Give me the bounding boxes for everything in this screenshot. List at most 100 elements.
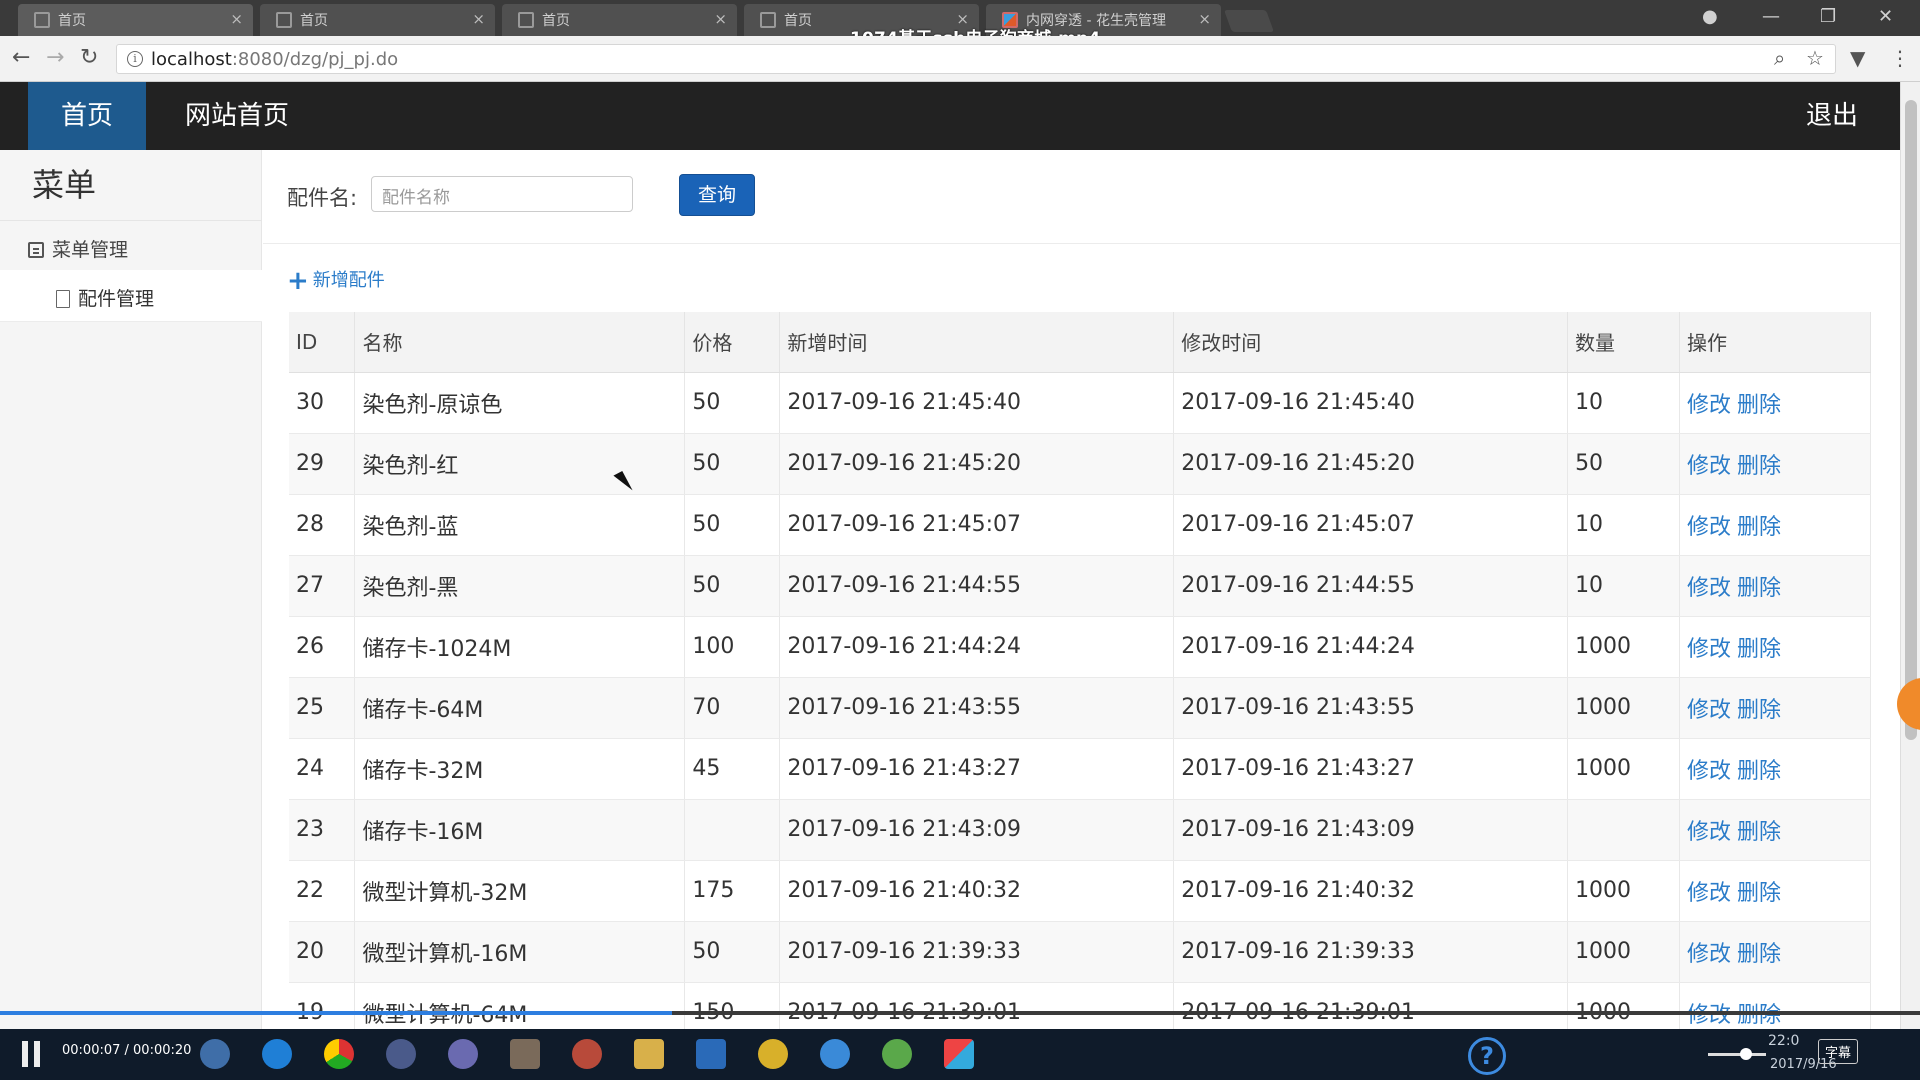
sidebar-group-label: 菜单管理 [52, 239, 129, 261]
nav-site-home[interactable]: 网站首页 [185, 82, 289, 150]
help-icon[interactable]: ? [1468, 1037, 1506, 1075]
edit-link[interactable]: 修改 [1687, 820, 1731, 845]
cell-modified: 2017-09-16 21:45:40 [1173, 372, 1569, 434]
delete-link[interactable]: 删除 [1737, 942, 1781, 967]
edit-link[interactable]: 修改 [1687, 515, 1731, 540]
sidebar-group-menu-management[interactable]: 菜单管理 [0, 220, 262, 268]
close-icon[interactable]: × [1198, 10, 1211, 28]
sogou-icon[interactable] [200, 1039, 230, 1069]
address-bar: ← → ↻ i localhost:8080/dzg/pj_pj.do ⌕ ☆ … [0, 36, 1920, 82]
scrollbar-thumb[interactable] [1905, 100, 1917, 740]
column-header: 操作 [1679, 312, 1871, 373]
restore-icon[interactable]: ❐ [1820, 6, 1836, 27]
delete-link[interactable]: 删除 [1737, 1003, 1781, 1028]
edit-link[interactable]: 修改 [1687, 881, 1731, 906]
cell-qty: 1000 [1567, 982, 1681, 1029]
cell-price: 175 [684, 860, 781, 922]
cell-qty: 10 [1567, 555, 1681, 617]
cell-id: 28 [289, 494, 356, 556]
edit-link[interactable]: 修改 [1687, 1003, 1731, 1028]
folder-icon[interactable] [634, 1039, 664, 1069]
volume-knob[interactable] [1740, 1048, 1752, 1060]
delete-link[interactable]: 删除 [1737, 698, 1781, 723]
close-icon[interactable]: × [230, 10, 243, 28]
cell-qty: 1000 [1567, 738, 1681, 800]
info-icon[interactable]: i [127, 51, 143, 67]
column-header: 价格 [684, 312, 781, 373]
subtitle-button[interactable]: 字幕 [1818, 1039, 1859, 1064]
url-field[interactable]: i localhost:8080/dzg/pj_pj.do [116, 44, 1836, 74]
video-progress-bar[interactable] [0, 1011, 1920, 1015]
cell-price: 50 [684, 372, 781, 434]
cell-qty: 10 [1567, 372, 1681, 434]
new-tab-button[interactable] [1223, 10, 1275, 32]
app-icon[interactable] [386, 1039, 416, 1069]
pause-icon[interactable] [20, 1041, 44, 1067]
app-icon[interactable] [510, 1039, 540, 1069]
column-header: 新增时间 [779, 312, 1175, 373]
delete-link[interactable]: 删除 [1737, 637, 1781, 662]
user-icon[interactable]: ● [1702, 6, 1718, 27]
edit-link[interactable]: 修改 [1687, 698, 1731, 723]
app-icon[interactable] [882, 1039, 912, 1069]
delete-link[interactable]: 删除 [1737, 393, 1781, 418]
sidebar-item-parts-management[interactable]: 配件管理 [0, 270, 262, 322]
close-icon[interactable]: × [714, 10, 727, 28]
minimize-icon[interactable]: — [1762, 6, 1780, 27]
delete-link[interactable]: 删除 [1737, 820, 1781, 845]
forward-icon[interactable]: → [46, 45, 64, 70]
close-icon[interactable]: × [472, 10, 485, 28]
cell-actions: 修改 删除 [1679, 921, 1871, 983]
nav-home[interactable]: 首页 [28, 82, 146, 150]
vertical-scrollbar[interactable] [1900, 82, 1920, 1029]
edit-link[interactable]: 修改 [1687, 637, 1731, 662]
edit-link[interactable]: 修改 [1687, 942, 1731, 967]
star-icon[interactable]: ☆ [1806, 46, 1824, 70]
table-header-row: ID 名称 价格 新增时间 修改时间 数量 操作 [289, 312, 1871, 373]
table-row: 26 储存卡-1024M 100 2017-09-16 21:44:24 2017-09… [289, 616, 1871, 678]
screen: 首页 × 首页 × 首页 × 首页 × 内网穿透 - 花生壳管理 × 1074基… [0, 0, 1920, 1080]
app-icon[interactable] [448, 1039, 478, 1069]
column-header: ID [289, 312, 356, 373]
reload-icon[interactable]: ↻ [80, 45, 98, 70]
delete-link[interactable]: 删除 [1737, 576, 1781, 601]
table-row: 23 储存卡-16M 2017-09-16 21:43:09 2017-09-16 2… [289, 799, 1871, 861]
edit-link[interactable]: 修改 [1687, 576, 1731, 601]
browser-tab[interactable]: 首页 × [502, 4, 737, 36]
back-icon[interactable]: ← [12, 45, 30, 70]
logout-link[interactable]: 退出 [1806, 82, 1858, 150]
cell-price: 50 [684, 433, 781, 495]
cell-actions: 修改 删除 [1679, 738, 1871, 800]
chrome-icon[interactable] [324, 1039, 354, 1069]
cell-name: 微型计算机-32M [354, 860, 686, 922]
delete-link[interactable]: 删除 [1737, 515, 1781, 540]
edit-link[interactable]: 修改 [1687, 454, 1731, 479]
volume-slider[interactable] [1708, 1048, 1766, 1060]
cell-qty: 1000 [1567, 677, 1681, 739]
sidebar: 菜单 菜单管理 配件管理 [0, 150, 262, 1029]
cell-created: 2017-09-16 21:43:09 [779, 799, 1175, 861]
add-part-label: 新增配件 [312, 270, 385, 291]
edit-link[interactable]: 修改 [1687, 393, 1731, 418]
browser-tab[interactable]: 首页 × [260, 4, 495, 36]
app-icon[interactable] [696, 1039, 726, 1069]
cell-id: 23 [289, 799, 356, 861]
delete-link[interactable]: 删除 [1737, 881, 1781, 906]
extension-icon[interactable]: ▼ [1850, 46, 1865, 70]
close-window-icon[interactable]: ✕ [1878, 6, 1893, 27]
search-button[interactable]: 查询 [679, 174, 755, 216]
delete-link[interactable]: 删除 [1737, 454, 1781, 479]
app-icon[interactable] [944, 1039, 974, 1069]
cell-name: 染色剂-黑 [354, 555, 686, 617]
add-part-link[interactable]: + 新增配件 [287, 266, 385, 296]
app-icon[interactable] [820, 1039, 850, 1069]
menu-icon[interactable]: ⋮ [1890, 46, 1910, 70]
app-icon[interactable] [758, 1039, 788, 1069]
zoom-icon[interactable]: ⌕ [1774, 46, 1785, 70]
app-icon[interactable] [572, 1039, 602, 1069]
browser-tab[interactable]: 首页 × [18, 4, 253, 36]
search-input[interactable]: 配件名称 [371, 176, 633, 212]
edit-link[interactable]: 修改 [1687, 759, 1731, 784]
edge-icon[interactable] [262, 1039, 292, 1069]
delete-link[interactable]: 删除 [1737, 759, 1781, 784]
